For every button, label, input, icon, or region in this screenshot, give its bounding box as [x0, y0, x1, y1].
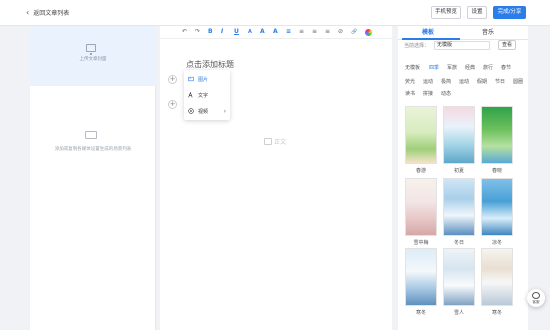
back-link[interactable]: ‹ 返回文章列表	[26, 8, 69, 17]
text-icon	[188, 92, 193, 98]
template-thumbnail[interactable]	[481, 178, 513, 236]
tab-music[interactable]: 音乐	[482, 28, 494, 38]
font-size-large-icon[interactable]: A	[260, 28, 265, 36]
link-icon[interactable]: 🔗	[351, 28, 357, 36]
redo-icon[interactable]: ↷	[195, 28, 200, 36]
current-selection-field: 无模版	[434, 41, 490, 50]
template-label: 凉冬	[491, 240, 502, 246]
format-toolbar: ↶ ↷ B I U A A A ≡ ≡ ≡ ≡ ⊘ 🔗	[160, 26, 392, 39]
category-tag[interactable]: 运动	[459, 78, 469, 85]
empty-state-icon	[85, 131, 97, 139]
template-label: 春晓	[491, 168, 502, 174]
template-panel: 模板 音乐 当前选择： 无模版 查看 无模板 四季 军旅 经典 旅行 春节 荧光…	[398, 26, 528, 330]
template-label: 寒冬	[491, 310, 502, 316]
clear-format-icon[interactable]: ⊘	[338, 28, 343, 36]
body-placeholder[interactable]: 正文	[264, 137, 286, 146]
cover-upload-text: 上传文章封面	[79, 57, 107, 62]
category-tag[interactable]: 动态	[441, 90, 451, 97]
color-palette-icon[interactable]	[365, 29, 372, 36]
article-list-panel: 上传文章封面 添加或复制各媒体设置生成的场景列表	[30, 26, 156, 330]
bold-icon[interactable]: B	[208, 28, 213, 36]
insert-image-item[interactable]: 图片	[184, 72, 230, 86]
undo-icon[interactable]: ↶	[182, 28, 187, 36]
underline-icon[interactable]: U	[234, 28, 239, 36]
customer-service-label: 客服	[532, 300, 540, 304]
view-button[interactable]: 查看	[498, 40, 516, 50]
insert-plus-icon[interactable]: +	[168, 100, 177, 109]
category-tag[interactable]: 读书	[405, 90, 415, 97]
template-label: 雪人	[453, 310, 464, 316]
template-label: 冬日	[453, 240, 464, 246]
chevron-right-icon: ›	[223, 107, 226, 115]
customer-service-button[interactable]: 客服	[527, 289, 545, 307]
top-bar: ‹ 返回文章列表 手机预览 设置 完成/分享	[0, 0, 550, 26]
mobile-preview-button[interactable]: 手机预览	[431, 6, 461, 19]
template-thumbnail[interactable]	[481, 248, 513, 306]
insert-image-label: 图片	[198, 76, 209, 83]
align-right-icon[interactable]: ≡	[312, 28, 317, 36]
insert-text-label: 文字	[198, 92, 209, 99]
video-icon	[188, 108, 194, 114]
category-tag[interactable]: 节日	[495, 78, 505, 85]
insert-plus-icon[interactable]: +	[168, 75, 177, 84]
insert-video-label: 视频	[198, 108, 209, 115]
template-label: 初夏	[453, 168, 464, 174]
insert-video-item[interactable]: 视频 ›	[184, 104, 230, 118]
cover-upload[interactable]: 上传文章封面	[30, 26, 156, 86]
settings-button[interactable]: 设置	[467, 6, 487, 19]
monitor-icon	[86, 44, 96, 55]
category-tag[interactable]: 四季	[429, 64, 439, 71]
finish-share-button[interactable]: 完成/分享	[493, 6, 526, 19]
category-tag[interactable]: 无模板	[405, 64, 420, 71]
body-placeholder-text: 正文	[274, 139, 287, 146]
category-tag[interactable]: 假期	[477, 78, 487, 85]
image-icon	[188, 76, 194, 82]
empty-state-text: 添加或复制各媒体设置生成的场景列表	[54, 147, 132, 152]
template-thumbnail[interactable]	[405, 248, 437, 306]
template-thumbnail[interactable]	[443, 248, 475, 306]
insert-text-item[interactable]: 文字	[184, 88, 230, 102]
italic-icon[interactable]: I	[221, 28, 223, 36]
template-label: 寒冬	[415, 310, 426, 316]
category-tag[interactable]: 春节	[501, 64, 511, 71]
category-tag[interactable]: 荧光	[405, 78, 415, 85]
category-tag[interactable]: 经典	[465, 64, 475, 71]
align-center-icon[interactable]: ≡	[299, 28, 304, 36]
chevron-left-icon: ‹	[26, 7, 30, 17]
category-tag[interactable]: 旅行	[483, 64, 493, 71]
tab-templates[interactable]: 模板	[422, 28, 434, 38]
font-color-icon[interactable]: A	[273, 28, 278, 36]
template-thumbnail[interactable]	[443, 106, 475, 164]
category-tag[interactable]: 拼接	[423, 90, 433, 97]
title-placeholder[interactable]: 点击添加标题	[186, 59, 234, 70]
category-tag[interactable]: 极简	[441, 78, 451, 85]
headset-icon	[532, 292, 540, 299]
align-left-icon[interactable]: ≡	[286, 28, 291, 36]
category-tag[interactable]: 圆圈	[513, 78, 523, 85]
current-selection-label: 当前选择：	[404, 43, 430, 49]
template-label: 雪中梅	[413, 240, 429, 246]
template-thumbnail[interactable]	[405, 178, 437, 236]
insert-menu: 图片 文字 视频 ›	[184, 70, 230, 120]
template-thumbnail[interactable]	[405, 106, 437, 164]
image-placeholder-icon	[264, 138, 272, 145]
active-tab-indicator	[402, 38, 460, 40]
align-justify-icon[interactable]: ≡	[325, 28, 330, 36]
category-tag[interactable]: 军旅	[447, 64, 457, 71]
template-thumbnail[interactable]	[443, 178, 475, 236]
font-size-small-icon[interactable]: A	[248, 28, 252, 36]
template-thumbnail[interactable]	[481, 106, 513, 164]
editor-panel: ↶ ↷ B I U A A A ≡ ≡ ≡ ≡ ⊘ 🔗 点击添加标题 + + 图…	[160, 26, 392, 330]
template-label: 春游	[415, 168, 426, 174]
category-tag[interactable]: 运动	[423, 78, 433, 85]
back-label: 返回文章列表	[33, 10, 70, 17]
template-tabs: 模板 音乐	[398, 26, 528, 40]
